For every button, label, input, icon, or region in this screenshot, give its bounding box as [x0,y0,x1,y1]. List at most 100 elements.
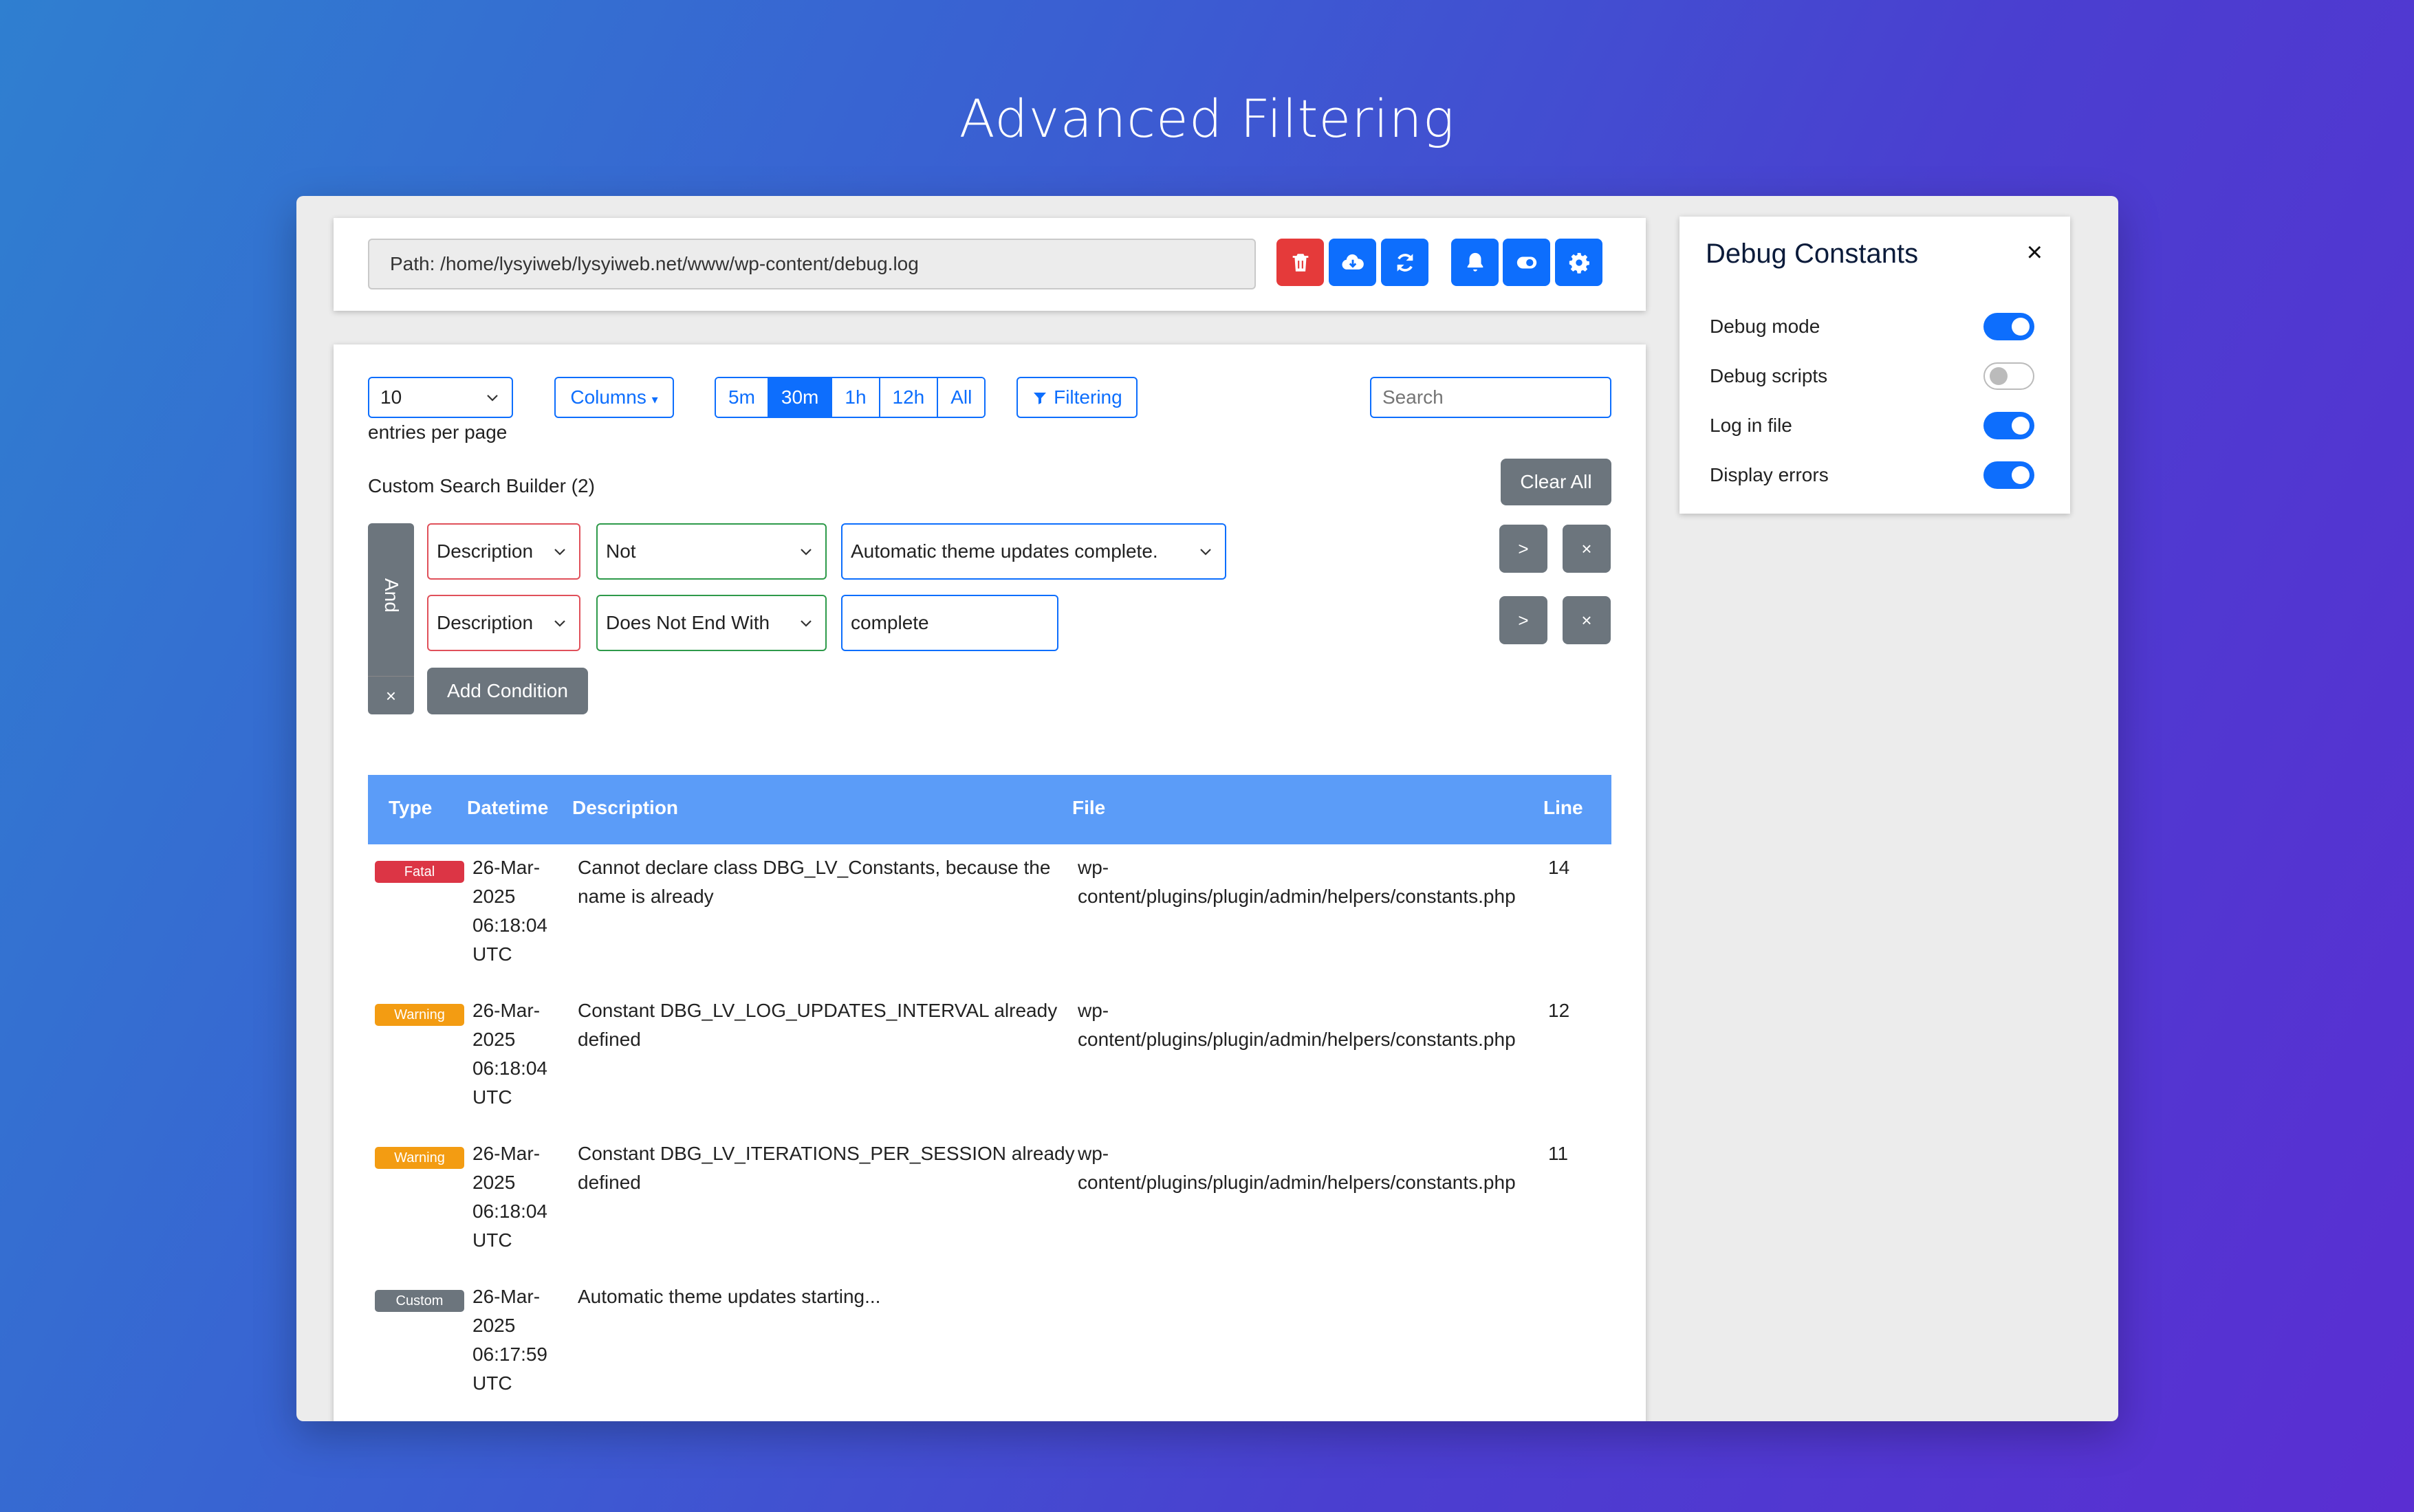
log-table-card: 10 entries per page Columns ▾ 5m 30m 1h … [334,344,1646,1421]
datetime-cell: 26-Mar- 2025 06:18:04 UTC [472,1143,547,1251]
filtering-button[interactable]: Filtering [1016,377,1138,418]
filtering-label: Filtering [1054,386,1122,408]
type-badge: Fatal [375,861,464,883]
description-cell: Constant DBG_LV_ITERATIONS_PER_SESSION a… [578,1143,1075,1193]
range-5m[interactable]: 5m [716,378,769,417]
table-row: Fatal 26-Mar- 2025 06:18:04 UTC Cannot decl… [368,844,1611,987]
datetime-cell: 26-Mar- 2025 06:18:04 UTC [472,1000,547,1108]
description-cell: Cannot declare class DBG_LV_Constants, b… [578,857,1051,907]
range-all[interactable]: All [938,378,985,417]
search-input[interactable] [1370,377,1611,418]
condition-2-column: Description [437,612,534,633]
time-range-group: 5m 30m 1h 12h All [715,377,986,418]
header-description[interactable]: Description [572,797,678,819]
condition-1-value: Automatic theme updates complete. [851,540,1158,562]
display-errors-label: Display errors [1710,464,1829,485]
entries-per-page-label: entries per page [368,421,508,443]
log-path-field: Path: /home/lysyiweb/lysyiweb.net/www/wp… [368,239,1256,289]
download-log-button[interactable] [1329,239,1376,286]
cloud-download-icon [1341,254,1364,270]
debug-mode-label: Debug mode [1710,316,1820,337]
toggle-icon [1516,256,1536,268]
refresh-button[interactable] [1381,239,1428,286]
condition-2-value-input[interactable]: complete [841,595,1058,651]
line-cell: 14 [1548,857,1570,878]
debug-scripts-toggle[interactable] [1983,362,2034,390]
debug-scripts-label: Debug scripts [1710,365,1828,386]
remove-group-button[interactable]: × [368,676,414,714]
debug-mode-toggle[interactable] [1983,313,2034,340]
chevron-down-icon [801,620,812,627]
header-line[interactable]: Line [1543,797,1583,819]
description-cell: Constant DBG_LV_LOG_UPDATES_INTERVAL alr… [578,1000,1058,1050]
condition-2-operator: Does Not End With [606,612,770,633]
caret-down-icon: ▾ [651,393,658,406]
app-window: Path: /home/lysyiweb/lysyiweb.net/www/wp… [296,196,2118,1421]
condition-1-indent-button[interactable]: > [1499,525,1547,573]
entries-value: 10 [380,386,402,408]
trash-icon [1292,253,1308,272]
line-cell: 11 [1548,1143,1569,1164]
logic-label: And [381,578,402,613]
header-type[interactable]: Type [389,797,432,819]
debug-constants-panel: Debug Constants × Debug mode Debug scrip… [1679,217,2070,514]
table-row: Warning 26-Mar- 2025 06:18:04 UTC Constant … [368,987,1611,1130]
entries-per-page-select[interactable]: 10 [368,377,513,418]
table-row: Custom 26-Mar- 2025 06:17:59 UTC Automatic … [368,1273,1611,1416]
toggle-view-button[interactable] [1503,239,1550,286]
table-header: Type Datetime Description File Line [368,775,1611,844]
condition-1-value-select[interactable]: Automatic theme updates complete. [841,523,1226,580]
header-file[interactable]: File [1072,797,1105,819]
filter-icon [1034,393,1047,404]
file-cell: wp-content/plugins/plugin/admin/helpers/… [1078,1000,1516,1050]
refresh-icon [1396,253,1413,272]
line-cell: 12 [1548,1000,1570,1021]
condition-1-operator-select[interactable]: Not [596,523,827,580]
datetime-cell: 26-Mar- 2025 06:18:04 UTC [472,857,547,965]
condition-1-remove-button[interactable]: × [1563,525,1611,573]
chevron-down-icon [1200,549,1211,556]
range-12h[interactable]: 12h [880,378,939,417]
columns-label: Columns [570,386,646,408]
clear-all-button[interactable]: Clear All [1501,459,1611,505]
chevron-down-icon [554,549,565,556]
path-toolbar: Path: /home/lysyiweb/lysyiweb.net/www/wp… [334,218,1646,311]
page-title: Advanced Filtering [959,88,1455,149]
gear-icon [1569,252,1589,274]
log-in-file-label: Log in file [1710,415,1792,436]
condition-2-value: complete [851,612,929,633]
bell-icon [1467,252,1483,272]
range-1h[interactable]: 1h [832,378,880,417]
type-badge: Warning [375,1147,464,1169]
notifications-button[interactable] [1451,239,1499,286]
chevron-down-icon [554,620,565,627]
condition-1-column-select[interactable]: Description [427,523,580,580]
chevron-down-icon [487,395,498,402]
search-builder-title: Custom Search Builder (2) [368,475,595,496]
logic-and-toggle[interactable]: And × [368,523,414,714]
chevron-down-icon [801,549,812,556]
display-errors-toggle[interactable] [1983,461,2034,489]
condition-2-remove-button[interactable]: × [1563,596,1611,644]
range-30m[interactable]: 30m [768,378,833,417]
condition-2-indent-button[interactable]: > [1499,596,1547,644]
type-badge: Warning [375,1004,464,1026]
condition-2-operator-select[interactable]: Does Not End With [596,595,827,651]
panel-title: Debug Constants [1706,239,1919,269]
file-cell: wp-content/plugins/plugin/admin/helpers/… [1078,1143,1516,1193]
close-icon[interactable]: × [2027,237,2043,268]
description-cell: Automatic theme updates starting... [578,1286,881,1307]
columns-button[interactable]: Columns ▾ [554,377,674,418]
header-datetime[interactable]: Datetime [467,797,548,819]
condition-1-operator: Not [606,540,636,562]
datetime-cell: 26-Mar- 2025 06:17:59 UTC [472,1286,547,1394]
delete-log-button[interactable] [1276,239,1324,286]
add-condition-button[interactable]: Add Condition [427,668,588,714]
type-badge: Custom [375,1290,464,1312]
table-row: Warning 26-Mar- 2025 06:18:04 UTC Constant … [368,1130,1611,1273]
log-in-file-toggle[interactable] [1983,412,2034,439]
condition-2-column-select[interactable]: Description [427,595,580,651]
condition-1-column: Description [437,540,534,562]
file-cell: wp-content/plugins/plugin/admin/helpers/… [1078,857,1516,907]
settings-button[interactable] [1555,239,1602,286]
